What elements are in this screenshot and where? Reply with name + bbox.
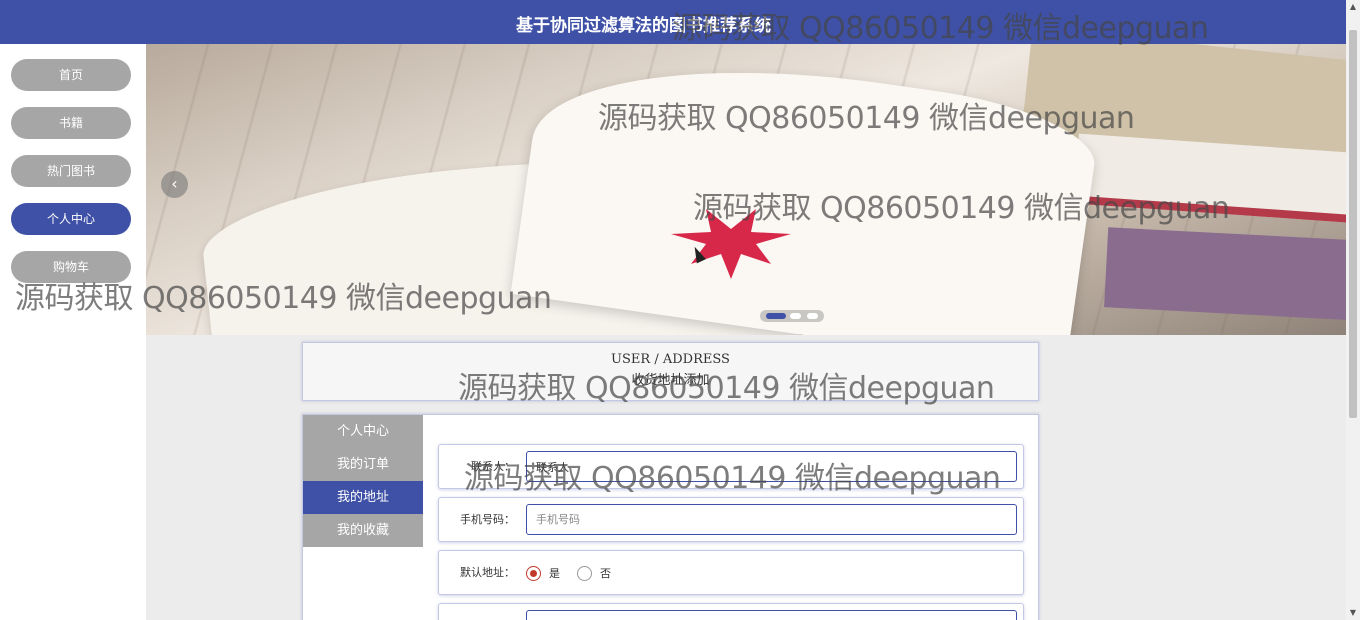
carousel-indicators [760, 310, 824, 322]
default-yes-label: 是 [549, 567, 560, 580]
phone-row: 手机号码： [438, 497, 1024, 542]
chevron-left-icon: ‹ [171, 174, 178, 193]
contact-label: 联系人： [471, 460, 515, 473]
phone-label: 手机号码： [460, 513, 515, 526]
default-no-label: 否 [600, 567, 611, 580]
next-field-row [438, 603, 1024, 620]
nav-books-button[interactable]: 书籍 [11, 107, 131, 139]
default-address-label: 默认地址： [460, 566, 515, 579]
banner-carousel: ‹ [146, 44, 1346, 335]
next-field-input[interactable] [526, 610, 1017, 620]
menu-my-favorites[interactable]: 我的收藏 [303, 514, 423, 547]
default-no-radio[interactable] [577, 566, 592, 581]
nav-user-center-button[interactable]: 个人中心 [11, 203, 131, 235]
scroll-up-arrow-icon[interactable]: ▲ [1346, 0, 1360, 14]
menu-my-orders[interactable]: 我的订单 [303, 448, 423, 481]
site-title: 基于协同过滤算法的图书推荐系统 [516, 16, 771, 36]
carousel-dot[interactable] [766, 313, 786, 319]
carousel-dot[interactable] [807, 313, 818, 319]
top-header: 基于协同过滤算法的图书推荐系统 [0, 0, 1346, 44]
scroll-down-arrow-icon[interactable]: ▼ [1346, 606, 1360, 620]
page-scrollbar[interactable]: ▲ ▼ [1346, 0, 1360, 620]
default-address-row: 默认地址： 是 否 [438, 550, 1024, 595]
nav-hot-books-button[interactable]: 热门图书 [11, 155, 131, 187]
scrollbar-thumb[interactable] [1349, 30, 1357, 418]
nav-home-button[interactable]: 首页 [11, 59, 131, 91]
default-yes-radio[interactable] [526, 566, 541, 581]
carousel-prev-button[interactable]: ‹ [161, 171, 188, 198]
contact-row: 联系人： [438, 444, 1024, 489]
menu-user-center[interactable]: 个人中心 [303, 415, 423, 448]
contact-input[interactable] [526, 451, 1017, 482]
breadcrumb-chinese: 收货地址添加 [631, 373, 710, 388]
nav-cart-button[interactable]: 购物车 [11, 251, 131, 283]
carousel-dot[interactable] [790, 313, 801, 319]
banner-book-stack [1104, 227, 1346, 321]
user-side-menu: 个人中心 我的订单 我的地址 我的收藏 [303, 415, 423, 547]
breadcrumb-english: USER / ADDRESS [611, 352, 730, 367]
address-panel: 个人中心 我的订单 我的地址 我的收藏 联系人： 手机号码： 默认地址： 是 否 [302, 414, 1039, 620]
left-navigation: 首页 书籍 热门图书 个人中心 购物车 [0, 44, 146, 620]
maple-leaf-image [671, 209, 791, 279]
menu-my-address[interactable]: 我的地址 [303, 481, 423, 514]
breadcrumb: USER / ADDRESS 收货地址添加 [302, 342, 1039, 401]
phone-input[interactable] [526, 504, 1017, 535]
